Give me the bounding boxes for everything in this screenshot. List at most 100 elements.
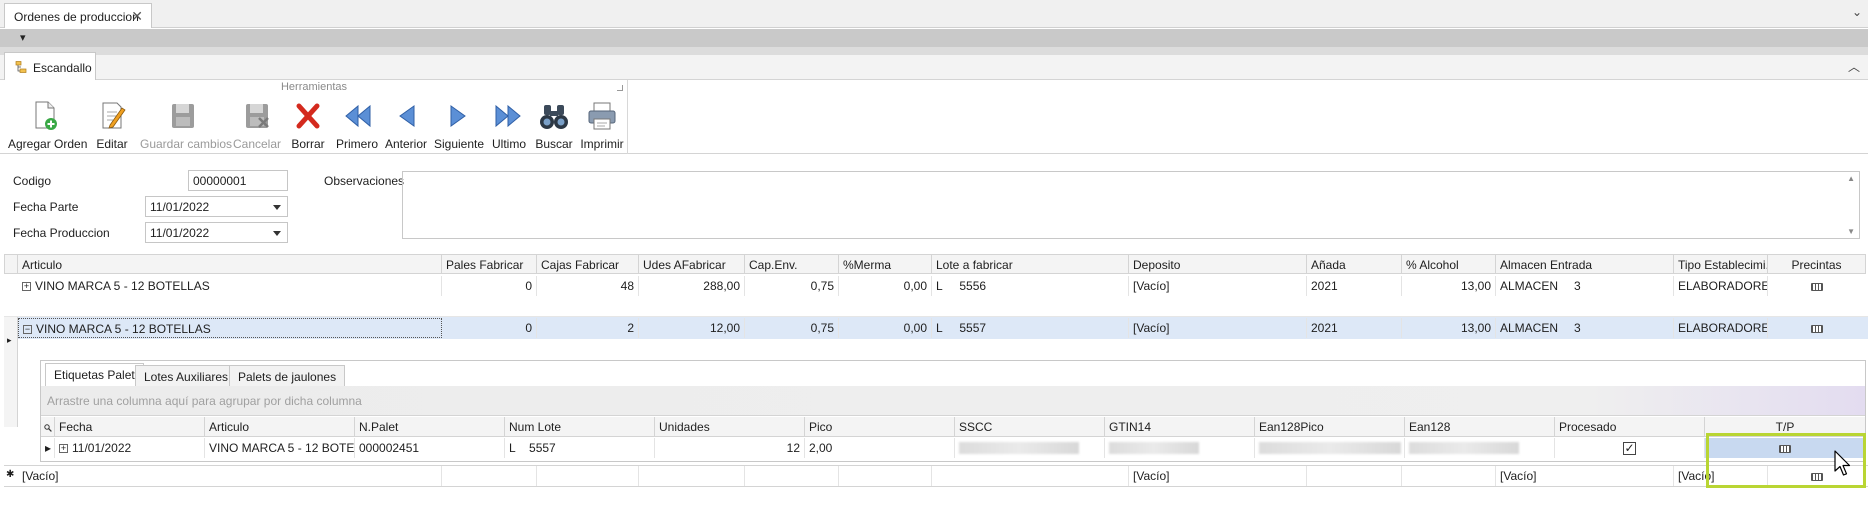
chevron-down-icon[interactable] bbox=[273, 231, 281, 236]
row2-precintas[interactable] bbox=[1768, 318, 1866, 338]
barcode-icon[interactable] bbox=[1811, 324, 1823, 333]
scroll-down-icon[interactable]: ▼ bbox=[1847, 227, 1855, 236]
tab-lotes-auxiliares[interactable]: Lotes Auxiliares bbox=[135, 365, 238, 387]
dcol-ean128[interactable]: Ean128 bbox=[1405, 417, 1555, 437]
detail-row-articulo[interactable]: VINO MARCA 5 - 12 BOTEL... bbox=[205, 438, 355, 458]
checkbox-checked-icon[interactable]: ✓ bbox=[1623, 442, 1636, 455]
row1-deposito[interactable]: [Vacío] bbox=[1129, 276, 1307, 296]
new-row-deposito[interactable]: [Vacío] bbox=[1129, 466, 1307, 486]
new-row-cell[interactable] bbox=[537, 466, 639, 486]
row2-anada[interactable]: 2021 bbox=[1307, 318, 1402, 338]
row2-tipo[interactable]: ELABORADORE... bbox=[1674, 318, 1768, 338]
agregar-orden-button[interactable]: Agregar Orden bbox=[8, 98, 87, 152]
col-alcohol[interactable]: % Alcohol bbox=[1402, 254, 1496, 274]
detail-row-lote[interactable]: L 5557 bbox=[505, 438, 655, 458]
detail-row-pico[interactable]: 2,00 bbox=[805, 438, 955, 458]
row1-almacen[interactable]: ALMACEN 3 bbox=[1496, 276, 1674, 296]
primero-button[interactable]: Primero bbox=[332, 98, 382, 152]
col-anada[interactable]: Añada bbox=[1307, 254, 1402, 274]
expand-row-icon[interactable]: + bbox=[22, 282, 31, 292]
row1-anada[interactable]: 2021 bbox=[1307, 276, 1402, 296]
row1-cap[interactable]: 0,75 bbox=[745, 276, 839, 296]
collapse-ribbon-icon[interactable]: ︿ bbox=[1848, 58, 1860, 75]
col-cap-env[interactable]: Cap.Env. bbox=[745, 254, 839, 274]
row2-articulo[interactable]: − VINO MARCA 5 - 12 BOTELLAS bbox=[18, 318, 442, 338]
dcol-gtin14[interactable]: GTIN14 bbox=[1105, 417, 1255, 437]
new-row-cell[interactable] bbox=[839, 466, 932, 486]
detail-row-procesado[interactable]: ✓ bbox=[1555, 438, 1705, 458]
col-precintas[interactable]: Precintas bbox=[1768, 254, 1866, 274]
guardar-cambios-button[interactable]: Guardar cambios bbox=[140, 98, 232, 152]
row1-merma[interactable]: 0,00 bbox=[839, 276, 932, 296]
chevron-down-icon[interactable] bbox=[273, 205, 281, 210]
row2-alcohol[interactable]: 13,00 bbox=[1402, 318, 1496, 338]
new-row-cell[interactable] bbox=[745, 466, 839, 486]
fecha-parte-field[interactable]: 11/01/2022 bbox=[145, 196, 288, 217]
group-by-panel[interactable]: Arrastre una columna aquí para agrupar p… bbox=[41, 386, 1865, 416]
tab-etiquetas-palet[interactable]: Etiquetas Palet bbox=[45, 363, 144, 388]
row1-tipo[interactable]: ELABORADORE... bbox=[1674, 276, 1768, 296]
siguiente-button[interactable]: Siguiente bbox=[432, 98, 486, 152]
buscar-button[interactable]: Buscar bbox=[532, 98, 576, 152]
new-row-articulo[interactable]: [Vacío] bbox=[18, 466, 442, 486]
row1-lote[interactable]: L 5556 bbox=[932, 276, 1129, 296]
document-tab-ordenes[interactable]: Ordenes de produccion ✕ bbox=[4, 3, 152, 28]
row2-merma[interactable]: 0,00 bbox=[839, 318, 932, 338]
row2-cajas[interactable]: 2 bbox=[537, 318, 639, 338]
dcol-num-lote[interactable]: Num Lote bbox=[505, 417, 655, 437]
col-deposito[interactable]: Deposito bbox=[1129, 254, 1307, 274]
col-lote-fabricar[interactable]: Lote a fabricar bbox=[932, 254, 1129, 274]
ultimo-button[interactable]: Ultimo bbox=[488, 98, 530, 152]
barcode-icon[interactable] bbox=[1811, 282, 1823, 291]
new-row-cell[interactable] bbox=[1307, 466, 1402, 486]
new-row-cell[interactable] bbox=[442, 466, 537, 486]
dcol-articulo[interactable]: Articulo bbox=[205, 417, 355, 437]
dcol-ean128pico[interactable]: Ean128Pico bbox=[1255, 417, 1405, 437]
row1-pales[interactable]: 0 bbox=[442, 276, 537, 296]
cancelar-button[interactable]: Cancelar bbox=[230, 98, 284, 152]
row2-lote[interactable]: L 5557 bbox=[932, 318, 1129, 338]
tab-palets-jaulones[interactable]: Palets de jaulones bbox=[229, 365, 346, 387]
dcol-unidades[interactable]: Unidades bbox=[655, 417, 805, 437]
dcol-sscc[interactable]: SSCC bbox=[955, 417, 1105, 437]
detail-row-ean128pico[interactable] bbox=[1255, 438, 1405, 458]
col-almacen-entrada[interactable]: Almacen Entrada bbox=[1496, 254, 1674, 274]
row2-almacen[interactable]: ALMACEN 3 bbox=[1496, 318, 1674, 338]
detail-row-fecha[interactable]: +11/01/2022 bbox=[55, 438, 205, 458]
detail-row-gtin14[interactable] bbox=[1105, 438, 1255, 458]
col-merma[interactable]: %Merma bbox=[839, 254, 932, 274]
editar-button[interactable]: Editar bbox=[88, 98, 136, 152]
row1-cajas[interactable]: 48 bbox=[537, 276, 639, 296]
scroll-up-icon[interactable]: ▲ bbox=[1847, 174, 1855, 183]
col-cajas-fabricar[interactable]: Cajas Fabricar bbox=[537, 254, 639, 274]
observaciones-textarea[interactable]: ▲ ▼ bbox=[402, 171, 1860, 239]
new-row-cell[interactable] bbox=[1402, 466, 1496, 486]
row1-precintas[interactable] bbox=[1768, 276, 1866, 296]
new-row-cell[interactable] bbox=[639, 466, 745, 486]
detail-row-sscc[interactable] bbox=[955, 438, 1105, 458]
new-row-almacen[interactable]: [Vacío] bbox=[1496, 466, 1674, 486]
anterior-button[interactable]: Anterior bbox=[382, 98, 430, 152]
group-launcher-icon[interactable] bbox=[617, 85, 623, 91]
row2-pales[interactable]: 0 bbox=[442, 318, 537, 338]
row2-udes[interactable]: 12,00 bbox=[639, 318, 745, 338]
detail-row-ean128[interactable] bbox=[1405, 438, 1555, 458]
row1-articulo[interactable]: + VINO MARCA 5 - 12 BOTELLAS bbox=[18, 276, 442, 296]
collapse-row-icon[interactable]: − bbox=[23, 325, 32, 335]
col-tipo-establecimiento[interactable]: Tipo Establecimi... bbox=[1674, 254, 1768, 274]
col-pales-fabricar[interactable]: Pales Fabricar bbox=[442, 254, 537, 274]
dcol-procesado[interactable]: Procesado bbox=[1555, 417, 1705, 437]
borrar-button[interactable]: Borrar bbox=[286, 98, 330, 152]
expand-row-icon[interactable]: + bbox=[59, 444, 68, 454]
col-udes-afabricar[interactable]: Udes AFabricar bbox=[639, 254, 745, 274]
col-articulo[interactable]: Articulo bbox=[18, 254, 442, 274]
row2-cap[interactable]: 0,75 bbox=[745, 318, 839, 338]
ribbon-tab-escandallo[interactable]: Escandallo bbox=[4, 52, 96, 80]
fecha-produccion-field[interactable]: 11/01/2022 bbox=[145, 222, 288, 243]
detail-row-palet[interactable]: 000002451 bbox=[355, 438, 505, 458]
row1-udes[interactable]: 288,00 bbox=[639, 276, 745, 296]
row2-deposito[interactable]: [Vacío] bbox=[1129, 318, 1307, 338]
codigo-field[interactable]: 00000001 bbox=[188, 170, 288, 191]
imprimir-button[interactable]: Imprimir bbox=[578, 98, 626, 152]
detail-search-icon[interactable] bbox=[41, 417, 55, 437]
